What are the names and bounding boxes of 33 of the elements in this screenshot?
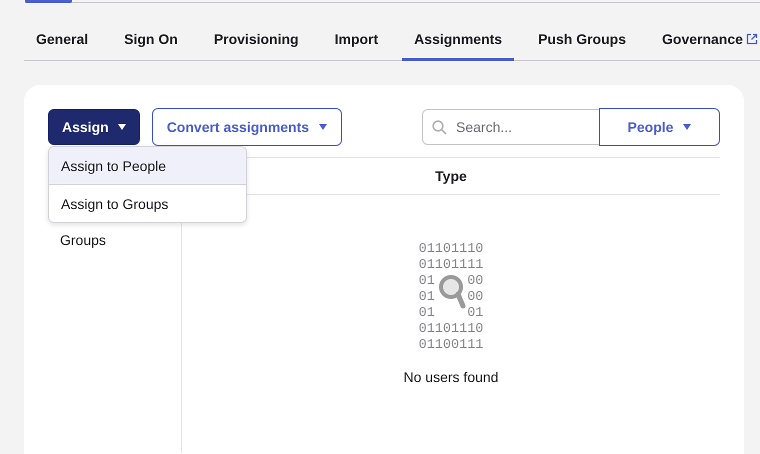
- binary-text: 01: [418, 306, 435, 322]
- binary-text: 01: [418, 274, 435, 290]
- tab[interactable]: Import: [322, 23, 390, 61]
- binary-text: 01100111: [418, 338, 484, 354]
- binary-text: 01: [467, 306, 484, 322]
- tab[interactable]: Assignments: [402, 23, 514, 61]
- menu-item[interactable]: Assign to Groups: [49, 184, 246, 222]
- binary-text: 01101110: [418, 322, 484, 338]
- search-icon: [432, 120, 447, 135]
- menu-item[interactable]: Assign to People: [49, 147, 246, 184]
- selection-bar: [25, 0, 72, 3]
- binary-text: 01: [418, 290, 435, 306]
- tab[interactable]: Push Groups: [526, 23, 638, 61]
- search-field[interactable]: Search...: [422, 109, 599, 145]
- caret-icon: [683, 124, 692, 130]
- binary-text: 01101110: [418, 242, 484, 258]
- convert-assignments-button[interactable]: Convert assignments: [152, 108, 342, 146]
- tab[interactable]: Governance: [650, 23, 760, 61]
- tab[interactable]: General: [24, 23, 100, 61]
- binary-text: 00: [467, 274, 484, 290]
- caret-icon: [319, 124, 328, 130]
- empty-message: No users found: [404, 369, 498, 385]
- filter-dropdown[interactable]: People: [599, 108, 720, 146]
- filter-item[interactable]: Groups: [48, 232, 181, 248]
- magnifier-icon: [436, 274, 467, 310]
- binary-text: 01101111: [418, 258, 484, 274]
- tab[interactable]: Provisioning: [202, 23, 311, 61]
- tab[interactable]: Sign On: [112, 23, 190, 61]
- column-header: Type: [435, 168, 467, 184]
- caret-icon: [118, 124, 126, 130]
- assign-button[interactable]: Assign: [48, 109, 140, 145]
- external-link-icon: [746, 33, 758, 45]
- binary-text: 00: [467, 290, 484, 306]
